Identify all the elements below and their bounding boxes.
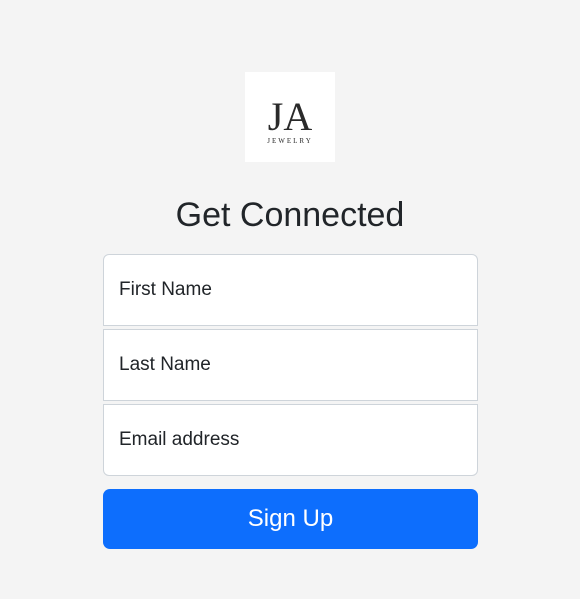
last-name-field[interactable] — [103, 329, 478, 401]
last-name-input[interactable] — [104, 330, 477, 400]
logo-monogram: JA — [268, 94, 313, 139]
logo-mark: JA JEWELRY — [267, 94, 313, 145]
brand-logo: JA JEWELRY — [245, 72, 335, 162]
email-input[interactable] — [104, 405, 477, 475]
sign-up-button[interactable]: Sign Up — [103, 489, 478, 549]
first-name-field[interactable] — [103, 254, 478, 326]
page-title: Get Connected — [175, 196, 405, 234]
logo-wordmark: JEWELRY — [267, 137, 313, 145]
first-name-input[interactable] — [104, 255, 477, 325]
signup-form — [103, 254, 478, 476]
email-field[interactable] — [103, 404, 478, 476]
